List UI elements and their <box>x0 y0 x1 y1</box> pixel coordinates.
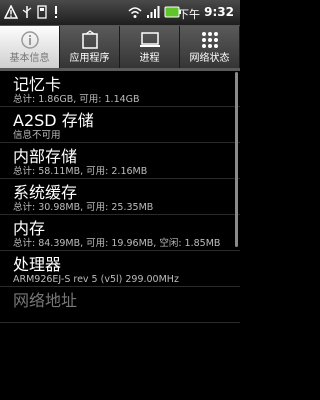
item-detail: ARM926EJ-S rev 5 (v5l) 299.00MHz <box>13 274 179 285</box>
apps-icon <box>81 30 98 49</box>
tab-processes[interactable]: 进程 <box>120 26 180 68</box>
item-title: 网络地址 <box>13 291 78 310</box>
item-title: 内存 <box>13 219 46 238</box>
usb-connected-icon <box>37 5 47 19</box>
status-time: 9:32 <box>204 5 234 19</box>
scrollbar[interactable] <box>235 72 238 247</box>
grid-icon <box>201 32 218 48</box>
tab-label: 网络状态 <box>189 53 230 64</box>
tab-basic-info[interactable]: 基本信息 <box>0 26 60 68</box>
warning-icon <box>4 5 18 19</box>
usb-icon <box>22 6 32 18</box>
signal-icon <box>147 6 160 18</box>
status-ampm: 下午 <box>178 8 200 21</box>
list-item-processor[interactable]: 处理器 ARM926EJ-S rev 5 (v5l) 299.00MHz <box>0 251 240 287</box>
tab-bar: 基本信息 应用程序 进程 网络状态 <box>0 26 240 71</box>
tab-applications[interactable]: 应用程序 <box>60 26 120 68</box>
wifi-icon <box>128 7 142 18</box>
tab-label: 进程 <box>139 53 160 64</box>
list-item-memory[interactable]: 内存 总计: 84.39MB, 可用: 19.96MB, 空闲: 1.85MB <box>0 215 240 251</box>
item-detail: 总计: 84.39MB, 可用: 19.96MB, 空闲: 1.85MB <box>13 238 221 249</box>
info-list: 记忆卡 总计: 1.86GB, 可用: 1.14GB A2SD 存储 信息不可用… <box>0 71 240 323</box>
item-detail: 总计: 30.98MB, 可用: 25.35MB <box>13 202 154 213</box>
list-item-network-address[interactable]: 网络地址 <box>0 287 240 323</box>
item-title: A2SD 存储 <box>13 111 94 130</box>
item-title: 内部存储 <box>13 147 78 166</box>
tab-label: 应用程序 <box>69 53 110 64</box>
tab-network-status[interactable]: 网络状态 <box>180 26 240 68</box>
info-icon <box>20 31 39 49</box>
list-item-a2sd-storage[interactable]: A2SD 存储 信息不可用 <box>0 107 240 143</box>
list-item-system-cache[interactable]: 系统缓存 总计: 30.98MB, 可用: 25.35MB <box>0 179 240 215</box>
item-detail: 总计: 58.11MB, 可用: 2.16MB <box>13 166 148 177</box>
alert-icon <box>55 6 57 18</box>
status-bar: 下午 9:32 <box>0 0 240 26</box>
item-title: 系统缓存 <box>13 183 78 202</box>
monitor-icon <box>139 32 160 47</box>
list-item-internal-storage[interactable]: 内部存储 总计: 58.11MB, 可用: 2.16MB <box>0 143 240 179</box>
item-title: 处理器 <box>13 255 62 274</box>
item-detail: 信息不可用 <box>13 130 61 141</box>
item-title: 记忆卡 <box>13 75 62 94</box>
item-detail: 总计: 1.86GB, 可用: 1.14GB <box>13 94 140 105</box>
list-item-sd-card[interactable]: 记忆卡 总计: 1.86GB, 可用: 1.14GB <box>0 71 240 107</box>
tab-label: 基本信息 <box>9 53 50 64</box>
